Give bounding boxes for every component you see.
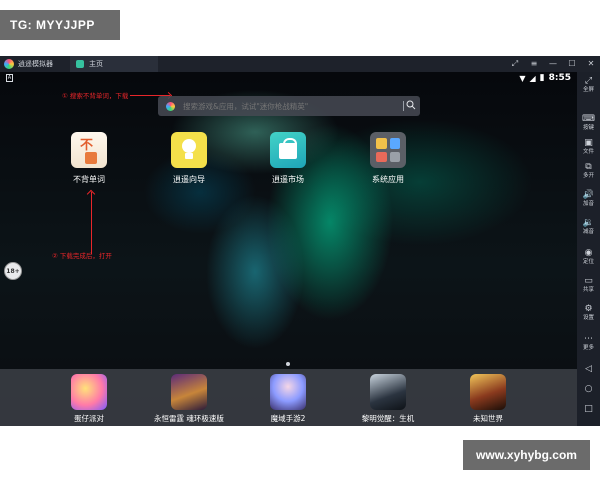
- multi-instance-icon: ⧉: [585, 162, 592, 172]
- toolbar-keymap[interactable]: ⌨ 按键: [577, 114, 600, 132]
- guide-app-icon: [171, 132, 207, 168]
- moyu-game-icon: [270, 374, 306, 410]
- toolbar-volume-up[interactable]: 🔊 加音: [577, 190, 600, 208]
- home-app-label: 不背单词: [73, 175, 105, 184]
- thunder-game-icon: [171, 374, 207, 410]
- dock-app-2[interactable]: 永恒雷霆 魂环极速版: [144, 374, 234, 424]
- toolbar-files[interactable]: ▣ 文件: [577, 138, 600, 156]
- buci-app-icon: [71, 132, 107, 168]
- toolbar-fullscreen[interactable]: ⤢ 全屏: [577, 76, 600, 94]
- back-icon[interactable]: ◁: [577, 364, 600, 374]
- dock: 蛋仔派对 永恒雷霆 魂环极速版 魔域手游2 黎明觉醒：生机 未知世界: [0, 369, 577, 426]
- unknown-world-icon: [470, 374, 506, 410]
- emulator-window: 逍遥模拟器 主页 ⤢ ≡ — ☐ ✕ A ▼ ◢ ▮ 8:55 ① 搜索不背单词…: [0, 56, 600, 426]
- dock-app-3[interactable]: 魔域手游2: [243, 374, 333, 424]
- battery-icon: ▮: [539, 73, 545, 83]
- volume-up-icon: 🔊: [582, 190, 595, 200]
- age-rating-badge[interactable]: 18+: [4, 262, 22, 280]
- dock-app-4[interactable]: 黎明觉醒：生机: [343, 374, 433, 424]
- search-logo-icon: [166, 101, 175, 111]
- watermark-bottom: www.xyhybg.com: [463, 440, 590, 470]
- location-icon: ◉: [584, 248, 593, 258]
- annotation-arrow-2-head: [86, 189, 96, 199]
- close-icon[interactable]: ✕: [586, 56, 596, 72]
- page-indicator: [286, 362, 290, 366]
- eggy-party-icon: [71, 374, 107, 410]
- toolbar-share[interactable]: ▭ 共享: [577, 276, 600, 294]
- annotation-step2: ② 下载完成后，打开: [52, 252, 112, 260]
- system-apps-icon: [370, 132, 406, 168]
- emulator-toolbar: ⤢ 全屏 ⌨ 按键 ▣ 文件 ⧉ 多开 🔊 加音 🔉 减音 ◉ 定位 ▭ 共享 …: [577, 72, 600, 426]
- window-controls: ⤢ ≡ — ☐ ✕: [510, 56, 596, 72]
- app-name: 逍遥模拟器: [18, 60, 53, 68]
- dawn-awakening-icon: [370, 374, 406, 410]
- market-app-icon: [270, 132, 306, 168]
- android-screen: A ▼ ◢ ▮ 8:55 ① 搜索不背单词，下载 不背单词 逍遥向导: [0, 72, 577, 426]
- status-time: 8:55: [548, 73, 571, 83]
- home-app-system[interactable]: 系统应用: [353, 132, 423, 185]
- search-bar[interactable]: [158, 96, 420, 116]
- fullscreen-icon: ⤢: [584, 76, 593, 86]
- titlebar: 逍遥模拟器 主页 ⤢ ≡ — ☐ ✕: [0, 56, 600, 72]
- toolbar-settings[interactable]: ⚙ 设置: [577, 304, 600, 322]
- home-app-label: 系统应用: [372, 175, 404, 184]
- menu-icon[interactable]: ≡: [529, 56, 539, 72]
- more-icon: ⋯: [584, 334, 593, 344]
- resize-icon[interactable]: ⤢: [510, 56, 520, 72]
- home-icon[interactable]: ○: [577, 384, 600, 394]
- dock-app-label: 未知世界: [473, 414, 503, 423]
- gear-icon: ⚙: [584, 304, 593, 314]
- app-logo-icon: [4, 59, 14, 69]
- recents-icon[interactable]: □: [577, 404, 600, 414]
- toolbar-location[interactable]: ◉ 定位: [577, 248, 600, 266]
- search-icon[interactable]: [406, 100, 416, 110]
- toolbar-volume-down[interactable]: 🔉 减音: [577, 218, 600, 236]
- dock-app-5[interactable]: 未知世界: [443, 374, 533, 424]
- volume-down-icon: 🔉: [582, 218, 595, 228]
- status-bar: ▼ ◢ ▮ 8:55: [519, 73, 571, 83]
- annotation-step1: ① 搜索不背单词，下载: [62, 92, 129, 100]
- minimize-icon[interactable]: —: [548, 56, 558, 72]
- dock-app-1[interactable]: 蛋仔派对: [44, 374, 134, 424]
- dock-app-label: 蛋仔派对: [74, 414, 104, 423]
- share-folder-icon: ▭: [584, 276, 593, 286]
- annotation-arrow-2: [91, 192, 92, 254]
- home-app-label: 逍遥向导: [173, 175, 205, 184]
- home-app-label: 逍遥市场: [272, 175, 304, 184]
- search-divider: [403, 101, 404, 111]
- dock-app-label: 魔域手游2: [270, 414, 306, 423]
- signal-icon: ◢: [529, 73, 536, 83]
- toolbar-multi[interactable]: ⧉ 多开: [577, 162, 600, 180]
- home-app-guide[interactable]: 逍遥向导: [154, 132, 224, 185]
- keyboard-icon: ⌨: [582, 114, 595, 124]
- file-icon: ▣: [584, 138, 593, 148]
- notification-icon: A: [6, 74, 13, 82]
- search-input[interactable]: [183, 101, 403, 111]
- home-tab-icon: [76, 60, 84, 68]
- watermark-top: TG: MYYJJPP: [0, 10, 120, 40]
- tab-home[interactable]: 主页: [70, 56, 158, 72]
- maximize-icon[interactable]: ☐: [567, 56, 577, 72]
- wifi-icon: ▼: [519, 73, 526, 83]
- tab-home-label: 主页: [89, 60, 103, 68]
- toolbar-more[interactable]: ⋯ 更多: [577, 334, 600, 352]
- home-app-buci[interactable]: 不背单词: [54, 132, 124, 185]
- dock-app-label: 永恒雷霆 魂环极速版: [154, 414, 224, 423]
- dock-app-label: 黎明觉醒：生机: [361, 414, 415, 423]
- home-app-market[interactable]: 逍遥市场: [253, 132, 323, 185]
